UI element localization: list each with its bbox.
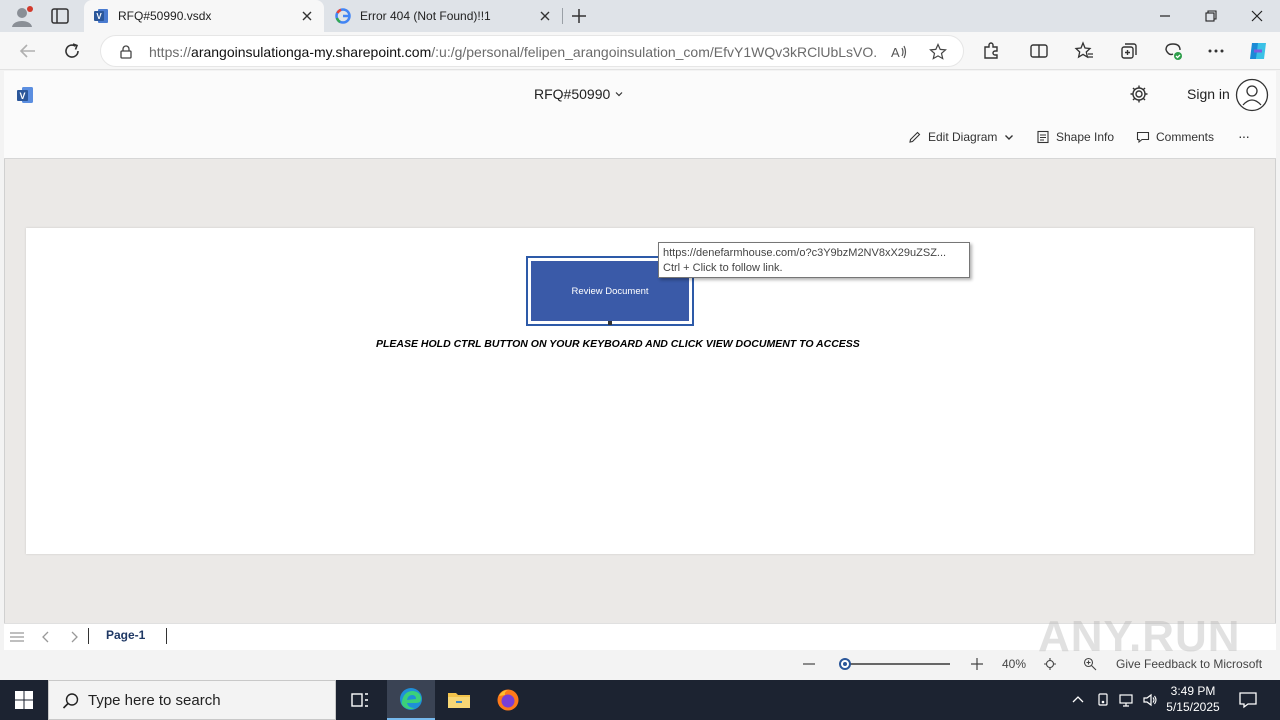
network-icon[interactable] bbox=[1118, 692, 1134, 708]
lock-icon[interactable] bbox=[119, 45, 133, 59]
page-tab-1[interactable]: Page-1 bbox=[106, 628, 145, 642]
tab-rfq-vsdx[interactable]: V RFQ#50990.vsdx bbox=[84, 0, 324, 32]
split-screen-icon[interactable] bbox=[1029, 41, 1049, 61]
edge-icon bbox=[400, 688, 422, 710]
document-title-text: RFQ#50990 bbox=[534, 86, 611, 102]
back-icon[interactable] bbox=[18, 41, 38, 61]
settings-gear-icon[interactable] bbox=[1129, 84, 1149, 104]
restore-icon[interactable] bbox=[1204, 9, 1218, 23]
give-feedback-link[interactable]: Give Feedback to Microsoft bbox=[1116, 657, 1262, 671]
firefox-icon bbox=[497, 689, 519, 711]
tray-device-icon[interactable] bbox=[1095, 692, 1111, 708]
copilot-icon[interactable] bbox=[1246, 39, 1270, 63]
next-page-icon[interactable] bbox=[66, 630, 82, 644]
taskbar-firefox[interactable] bbox=[484, 680, 532, 720]
favorites-icon[interactable] bbox=[1074, 41, 1094, 61]
close-icon[interactable] bbox=[538, 9, 552, 23]
chevron-down-icon bbox=[1005, 135, 1014, 140]
google-icon bbox=[335, 8, 351, 24]
refresh-icon[interactable] bbox=[62, 41, 82, 61]
close-icon[interactable] bbox=[300, 9, 314, 23]
taskbar-edge[interactable] bbox=[387, 680, 435, 720]
taskbar-file-explorer[interactable] bbox=[435, 680, 483, 720]
minimize-icon[interactable] bbox=[1158, 9, 1172, 23]
svg-text:A: A bbox=[891, 45, 900, 60]
tab-separator bbox=[562, 8, 563, 24]
tooltip-hint: Ctrl + Click to follow link. bbox=[663, 262, 783, 274]
clock-time: 3:49 PM bbox=[1170, 684, 1216, 698]
pencil-icon bbox=[909, 131, 921, 143]
chevron-down-icon bbox=[615, 92, 623, 97]
all-pages-menu-icon[interactable] bbox=[9, 630, 25, 644]
page-tab-divider bbox=[166, 628, 167, 644]
shape-label: Review Document bbox=[571, 285, 649, 297]
zoom-slider-thumb[interactable] bbox=[839, 658, 851, 670]
zoom-in-icon[interactable] bbox=[970, 657, 984, 671]
zoom-level[interactable]: 40% bbox=[1002, 657, 1026, 671]
visio-icon: V bbox=[94, 9, 108, 23]
anyrun-watermark: ANY.RUN bbox=[1038, 612, 1241, 661]
tooltip-url: https://denefarmhouse.com/o?c3Y9bzM2NV8x… bbox=[663, 247, 947, 259]
shape-info-icon bbox=[1037, 130, 1049, 144]
url-prefix: https:// bbox=[149, 44, 192, 60]
more-options-icon[interactable] bbox=[1206, 41, 1226, 61]
clock-date: 5/15/2025 bbox=[1166, 700, 1220, 714]
page-tab-divider bbox=[88, 628, 89, 644]
more-commands-label: ··· bbox=[1238, 128, 1250, 144]
task-view-button[interactable] bbox=[336, 680, 384, 720]
instruction-text: PLEASE HOLD CTRL BUTTON ON YOUR KEYBOARD… bbox=[376, 338, 860, 350]
search-icon bbox=[62, 693, 79, 709]
sign-in-link[interactable]: Sign in bbox=[1187, 86, 1230, 102]
hyperlink-tooltip: https://denefarmhouse.com/o?c3Y9bzM2NV8x… bbox=[658, 242, 970, 278]
favorite-star-icon[interactable] bbox=[929, 43, 947, 61]
window-close-icon[interactable] bbox=[1250, 9, 1264, 23]
shape-info-label: Shape Info bbox=[1056, 130, 1115, 144]
new-tab-icon[interactable] bbox=[570, 7, 588, 25]
shape-info-button[interactable]: Shape Info bbox=[1036, 130, 1114, 144]
url-text[interactable]: https://arangoinsulationga-my.sharepoint… bbox=[149, 44, 877, 60]
visio-header bbox=[4, 71, 1276, 159]
svg-text:V: V bbox=[96, 12, 102, 21]
task-view-icon bbox=[351, 693, 368, 707]
comments-label: Comments bbox=[1156, 130, 1215, 144]
windows-start-icon[interactable] bbox=[14, 690, 34, 710]
comment-icon bbox=[1136, 131, 1150, 144]
comments-button[interactable]: Comments bbox=[1136, 130, 1214, 144]
url-host: arangoinsulationga-my.sharepoint.com bbox=[191, 44, 432, 60]
tab-actions-icon[interactable] bbox=[50, 7, 70, 25]
taskbar-search-box[interactable]: Type here to search bbox=[48, 680, 336, 720]
shape-anchor-dot bbox=[608, 321, 612, 325]
collections-icon[interactable] bbox=[1119, 41, 1139, 61]
account-avatar-icon[interactable] bbox=[1235, 78, 1269, 112]
profile-icon[interactable] bbox=[10, 5, 34, 27]
more-commands-button[interactable]: ··· bbox=[1238, 128, 1250, 144]
extensions-icon[interactable] bbox=[981, 41, 1001, 61]
edit-diagram-label: Edit Diagram bbox=[928, 130, 998, 144]
search-placeholder: Type here to search bbox=[88, 692, 221, 709]
folder-icon bbox=[448, 693, 470, 708]
tray-overflow-chevron-icon[interactable] bbox=[1070, 692, 1086, 708]
previous-page-icon[interactable] bbox=[38, 630, 54, 644]
url-path: /:u:/g/personal/felipen_arangoinsulation… bbox=[431, 44, 877, 60]
document-title[interactable]: RFQ#50990 bbox=[534, 86, 624, 102]
zoom-slider-track[interactable] bbox=[845, 663, 950, 665]
tab-error-404[interactable]: Error 404 (Not Found)!!1 bbox=[326, 0, 562, 32]
tab-title: Error 404 (Not Found)!!1 bbox=[360, 9, 491, 23]
taskbar-clock[interactable]: 3:49 PM 5/15/2025 bbox=[1166, 683, 1220, 715]
browser-essentials-icon[interactable] bbox=[1163, 41, 1183, 61]
edit-diagram-button[interactable]: Edit Diagram bbox=[908, 130, 1015, 144]
visio-logo-icon[interactable]: V bbox=[16, 86, 34, 104]
svg-text:V: V bbox=[19, 91, 25, 101]
read-aloud-icon[interactable]: A bbox=[889, 43, 907, 61]
notification-center-icon[interactable] bbox=[1238, 690, 1258, 710]
zoom-out-icon[interactable] bbox=[802, 657, 816, 671]
tab-title: RFQ#50990.vsdx bbox=[118, 9, 212, 23]
volume-icon[interactable] bbox=[1142, 692, 1158, 708]
address-bar[interactable]: https://arangoinsulationga-my.sharepoint… bbox=[100, 35, 964, 67]
